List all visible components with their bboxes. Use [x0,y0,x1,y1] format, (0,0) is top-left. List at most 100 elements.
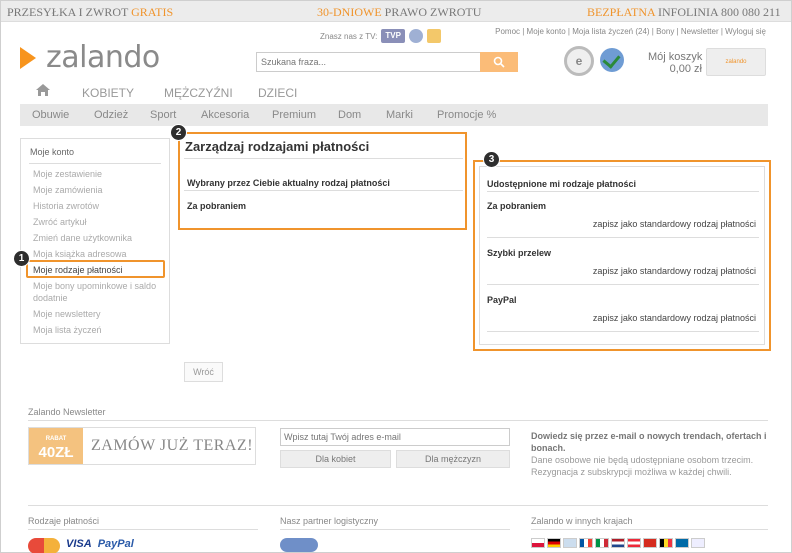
cart-summary[interactable]: Mój koszyk (0) 0,00 zł [648,51,719,75]
flag-fr-icon[interactable] [579,538,593,548]
tv-channel-icon [426,29,441,43]
flag-pl-icon[interactable] [531,538,545,548]
banner-text: ZAMÓW JUŻ TERAZ! [91,437,254,454]
set-default-link[interactable]: zapisz jako standardowy rodzaj płatności [593,219,756,229]
nav-akcesoria[interactable]: Akcesoria [201,109,249,121]
flag-it-icon[interactable] [595,538,609,548]
cart-label: Mój koszyk (0) [648,51,719,63]
nav-premium[interactable]: Premium [272,109,316,121]
sidebar-item-historia-zwrotow[interactable]: Historia zwrotów [33,201,99,212]
women-newsletter-button[interactable]: Dla kobiet [280,450,391,468]
search-button[interactable] [480,52,518,72]
nav-dom[interactable]: Dom [338,109,361,121]
nav-mezczyzni[interactable]: MĘŻCZYŹNI [164,86,233,100]
hotline-promo: BEZPŁATNA INFOLINIA 800 080 211 [587,5,781,20]
set-default-link[interactable]: zapisz jako standardowy rodzaj płatności [593,266,756,276]
method-divider [487,331,759,332]
cart-product-text: zalando [725,59,747,65]
method-divider [487,237,759,238]
tv-label: Znasz nas z TV: [320,31,378,41]
opek-logo-icon [280,538,318,552]
newsletter-info: Dowiedz się przez e-mail o nowych trenda… [531,430,767,478]
current-method-value: Za pobraniem [187,201,247,211]
newsletter-email-input[interactable] [280,428,510,446]
newsletter-info-privacy: Dane osobowe nie będą udostępniane osobo… [531,455,754,465]
sidebar-item-zestawienie[interactable]: Moje zestawienie [33,169,102,180]
sidebar-item-bony[interactable]: Moje bony upominkowe i saldo [33,281,156,292]
visa-icon: VISA [66,538,92,550]
shipping-promo: PRZESYŁKA I ZWROT GRATIS [7,5,173,20]
partner-title: Nasz partner logistyczny [280,516,379,526]
hotline-free-text: BEZPŁATNA [587,5,656,19]
category-nav: Obuwie Odzież Sport Akcesoria Premium Do… [20,104,768,126]
page-title: Zarządzaj rodzajami płatności [185,139,370,154]
payments-title: Rodzaje płatności [28,516,100,526]
tvp-logo: TVP [381,29,405,43]
back-button[interactable]: Wróć [184,362,223,382]
flag-fi-icon[interactable] [691,538,705,548]
sidebar-item-zmien-dane[interactable]: Zmień dane użytkownika [33,233,132,244]
flag-be-icon[interactable] [659,538,673,548]
account-links[interactable]: Pomoc | Moje konto | Moja lista życzeń (… [495,27,766,36]
method-divider [487,284,759,285]
shared-header-divider [487,191,759,192]
cart-amount: 0,00 zł [669,63,702,75]
flag-uk-icon[interactable] [563,538,577,548]
main-nav: KOBIETY MĘŻCZYŹNI DZIECI [20,82,768,104]
rabat-value: 40ZŁ [38,444,74,461]
search-icon [493,56,505,68]
nav-sport[interactable]: Sport [150,109,176,121]
shared-payments-inner: Udostępnione mi rodzaje płatności Za pob… [479,166,765,345]
search-bar [256,52,518,72]
cart-image[interactable]: zalando [706,48,766,76]
sidebar-item-zamowienia[interactable]: Moje zamówienia [33,185,103,196]
men-newsletter-button[interactable]: Dla mężczyzn [396,450,510,468]
nav-obuwie[interactable]: Obuwie [32,109,69,121]
promo-banner[interactable]: RABAT 40ZŁ ZAMÓW JUŻ TERAZ! [28,427,256,465]
sidebar-item-zwroc-artykul[interactable]: Zwróć artykuł [33,217,87,228]
shipping-free-text: GRATIS [131,5,174,19]
return-days-text: 30-DNIOWE [317,5,382,19]
step-3-marker: 3 [483,151,500,168]
step-1-marker: 1 [13,250,30,267]
hotline-text: INFOLINIA 800 080 211 [658,5,781,19]
search-input[interactable] [257,53,479,71]
trusted-shops-badge-icon[interactable]: e [564,46,594,76]
return-text: PRAWO ZWROTU [384,5,482,19]
mastercard-icon [28,538,60,553]
countries-divider [531,529,768,530]
newsletter-info-main: Dowiedz się przez e-mail o nowych trenda… [531,431,767,453]
method-name: Za pobraniem [487,201,547,211]
flag-ch-icon[interactable] [643,538,657,548]
nav-marki[interactable]: Marki [386,109,413,121]
zalando-logo[interactable]: zalando [20,40,160,75]
nav-promocje[interactable]: Promocje % [437,109,496,121]
country-flags [531,538,705,548]
newsletter-info-unsubscribe: Rezygnacja z subskrypcji możliwa w każde… [531,467,732,477]
current-method-header: Wybrany przez Ciebie aktualny rodzaj pła… [187,178,390,188]
method-name: Szybki przelew [487,248,552,258]
footer-top-divider [28,505,768,506]
partner-divider [280,529,510,530]
sidebar-item-newslettery[interactable]: Moje newslettery [33,309,101,320]
flag-nl-icon[interactable] [611,538,625,548]
nav-kobiety[interactable]: KOBIETY [82,86,134,100]
method-name: PayPal [487,295,517,305]
sidebar-item-lista-zyczen[interactable]: Moja lista życzeń [33,325,102,336]
nav-dzieci[interactable]: DZIECI [258,86,297,100]
shared-payments-panel: Udostępnione mi rodzaje płatności Za pob… [473,160,771,351]
home-icon[interactable] [36,84,50,96]
newsletter-title: Zalando Newsletter [28,407,106,417]
account-sidebar: Moje konto Moje zestawienie Moje zamówie… [20,138,170,344]
sidebar-item-bony-cont[interactable]: dodatnie [33,293,68,304]
logo-text: zalando [46,40,160,75]
sidebar-item-ksiazka-adresowa[interactable]: Moja książka adresowa [33,249,127,260]
flag-at-icon[interactable] [627,538,641,548]
flag-se-icon[interactable] [675,538,689,548]
payments-divider [28,529,258,530]
flag-de-icon[interactable] [547,538,561,548]
tv-section: Znasz nas z TV: TVP [320,29,441,43]
nav-odziez[interactable]: Odzież [94,109,128,121]
set-default-link[interactable]: zapisz jako standardowy rodzaj płatności [593,313,756,323]
verified-badge-icon[interactable] [600,48,624,72]
